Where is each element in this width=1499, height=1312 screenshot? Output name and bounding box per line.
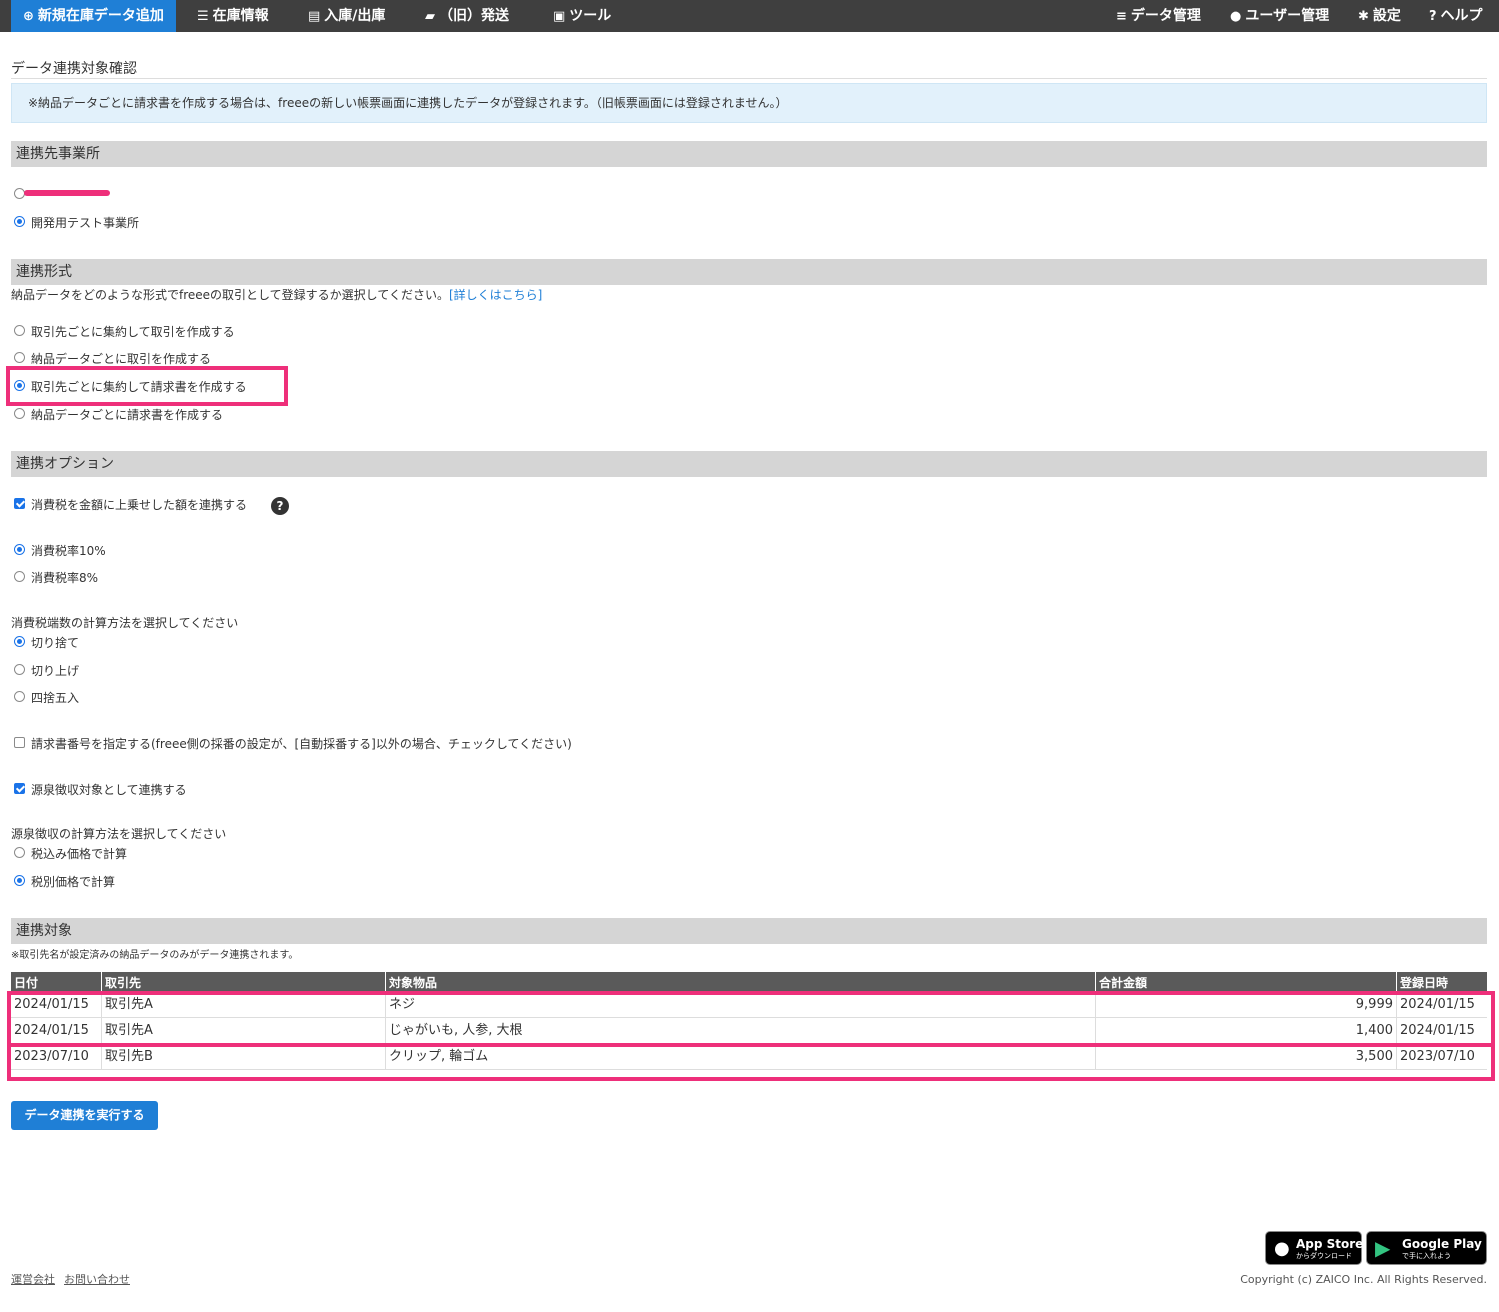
nav-settings-label: 設定 (1372, 8, 1401, 24)
rounding-1-label: 切り捨て (31, 636, 80, 650)
radio-withholding-2[interactable] (14, 875, 25, 886)
withholding-method-1-label: 税込み価格で計算 (31, 847, 128, 861)
rounding-label: 消費税端数の計算方法を選択してください (11, 616, 239, 630)
list-icon: ☰ (197, 9, 209, 24)
nav-help-label: ヘルプ (1440, 8, 1483, 24)
radio-rounding-2[interactable] (14, 664, 25, 675)
toolbox-icon: ▣ (553, 9, 566, 24)
nav-data-management-label: データ管理 (1130, 8, 1201, 24)
office-option-2-label: 開発用テスト事業所 (31, 216, 140, 230)
format-description-text: 納品データをどのような形式でfreeeの取引として登録するか選択してください。 (11, 288, 449, 302)
list-edit-icon: ≡ (1116, 9, 1127, 24)
run-sync-button[interactable]: データ連携を実行する (11, 1101, 158, 1130)
withholding-label: 源泉徴収対象として連携する (31, 783, 187, 797)
google-play-icon: ▶ (1375, 1236, 1391, 1260)
app-store-sub: からダウンロード (1296, 1252, 1352, 1260)
nav-new-item-label: 新規在庫データ追加 (37, 8, 164, 24)
nav-shipping[interactable]: ▰ （旧）発送 (425, 0, 509, 32)
col-partner: 取引先 (101, 972, 385, 992)
radio-rounding-1[interactable] (14, 636, 25, 647)
col-date: 日付 (14, 976, 39, 990)
withholding-method-2-label: 税別価格で計算 (31, 875, 116, 889)
format-option-2-label: 納品データごとに取引を作成する (31, 352, 212, 366)
highlight-box-rows-a (7, 991, 1495, 1047)
nav-data-management[interactable]: ≡ データ管理 (1116, 0, 1201, 32)
notice-banner: ※納品データごとに請求書を作成する場合は、freeeの新しい帳票画面に連携したデ… (11, 83, 1487, 123)
detail-link[interactable]: [詳しくはこちら] (449, 288, 542, 302)
nav-user-management[interactable]: ● ユーザー管理 (1230, 0, 1329, 32)
format-option-4-label: 納品データごとに請求書を作成する (31, 408, 224, 422)
radio-format-2[interactable] (14, 352, 25, 363)
radio-tax-rate-1[interactable] (14, 544, 25, 555)
tax-rate-1-label: 消費税率10% (31, 544, 106, 558)
copyright: Copyright (c) ZAICO Inc. All Rights Rese… (1240, 1273, 1487, 1286)
checkbox-invoice-number[interactable] (14, 737, 25, 748)
highlight-box-row-b (7, 1043, 1495, 1081)
company-link[interactable]: 運営会社 (11, 1271, 55, 1287)
tax-add-label: 消費税を金額に上乗せした額を連携する (31, 498, 248, 512)
col-registered: 登録日時 (1396, 972, 1487, 992)
nav-inventory[interactable]: ☰ 在庫情報 (197, 0, 269, 32)
contact-link[interactable]: お問い合わせ (64, 1271, 130, 1287)
truck-icon: ▰ (425, 9, 435, 24)
nav-new-item-button[interactable]: ⊕ 新規在庫データ追加 (11, 0, 176, 32)
radio-withholding-1[interactable] (14, 847, 25, 858)
page-title: データ連携対象確認 (11, 61, 137, 77)
nav-settings[interactable]: ✱ 設定 (1358, 0, 1401, 32)
checkbox-tax-add[interactable] (14, 498, 25, 509)
rounding-3-label: 四捨五入 (31, 691, 80, 705)
radio-tax-rate-2[interactable] (14, 571, 25, 582)
top-nav: ⊕ 新規在庫データ追加 ☰ 在庫情報 ▤ 入庫/出庫 ▰ （旧）発送 ▣ ツール ≡ データ… (0, 0, 1499, 32)
withholding-method-label: 源泉徴収の計算方法を選択してください (11, 827, 227, 841)
help-icon[interactable]: ? (271, 497, 289, 515)
plus-circle-icon: ⊕ (23, 9, 34, 24)
highlight-box-format (6, 366, 288, 406)
nav-inventory-label: 在庫情報 (212, 8, 269, 24)
col-items: 対象物品 (385, 972, 1095, 992)
radio-office-2[interactable] (14, 216, 25, 227)
gear-icon: ✱ (1358, 9, 1369, 24)
apple-icon: ● (1274, 1238, 1290, 1259)
google-play-sub: で手に入れよう (1402, 1252, 1451, 1260)
app-store-badge[interactable]: ● App Store からダウンロード (1265, 1231, 1364, 1265)
format-description: 納品データをどのような形式でfreeeの取引として登録するか選択してください。[… (11, 286, 542, 303)
options-section-heading: 連携オプション (11, 451, 1487, 477)
google-play-badge[interactable]: ▶ Google Play で手に入れよう (1366, 1231, 1487, 1265)
format-section-heading: 連携形式 (11, 259, 1487, 285)
users-icon: ● (1230, 9, 1242, 24)
targets-section-heading: 連携対象 (11, 918, 1487, 944)
redaction-mark (24, 190, 110, 196)
nav-help[interactable]: ? ヘルプ (1429, 0, 1483, 32)
nav-user-management-label: ユーザー管理 (1245, 8, 1330, 24)
question-circle-icon: ? (1429, 9, 1437, 24)
targets-note: ※取引先名が設定済みの納品データのみがデータ連携されます。 (11, 950, 299, 961)
dolly-icon: ▤ (308, 9, 321, 24)
nav-tools-label: ツール (569, 8, 612, 24)
nav-inout[interactable]: ▤ 入庫/出庫 (308, 0, 385, 32)
col-total: 合計金額 (1095, 972, 1396, 992)
nav-tools[interactable]: ▣ ツール (553, 0, 611, 32)
google-play-label: Google Play (1402, 1237, 1482, 1251)
radio-format-1[interactable] (14, 325, 25, 336)
rounding-2-label: 切り上げ (31, 664, 80, 678)
tax-rate-2-label: 消費税率8% (31, 571, 99, 585)
radio-rounding-3[interactable] (14, 691, 25, 702)
title-divider (11, 78, 1487, 79)
nav-shipping-label: （旧）発送 (439, 8, 509, 24)
format-option-1-label: 取引先ごとに集約して取引を作成する (31, 325, 235, 339)
office-section-heading: 連携先事業所 (11, 141, 1487, 167)
app-store-label: App Store (1296, 1237, 1364, 1251)
invoice-number-label: 請求書番号を指定する(freee側の採番の設定が、[自動採番する]以外の場合、チ… (31, 737, 572, 751)
nav-inout-label: 入庫/出庫 (324, 8, 386, 24)
radio-format-4[interactable] (14, 408, 25, 419)
table-header: 日付 取引先 対象物品 合計金額 登録日時 (11, 972, 1487, 992)
checkbox-withholding[interactable] (14, 783, 25, 794)
